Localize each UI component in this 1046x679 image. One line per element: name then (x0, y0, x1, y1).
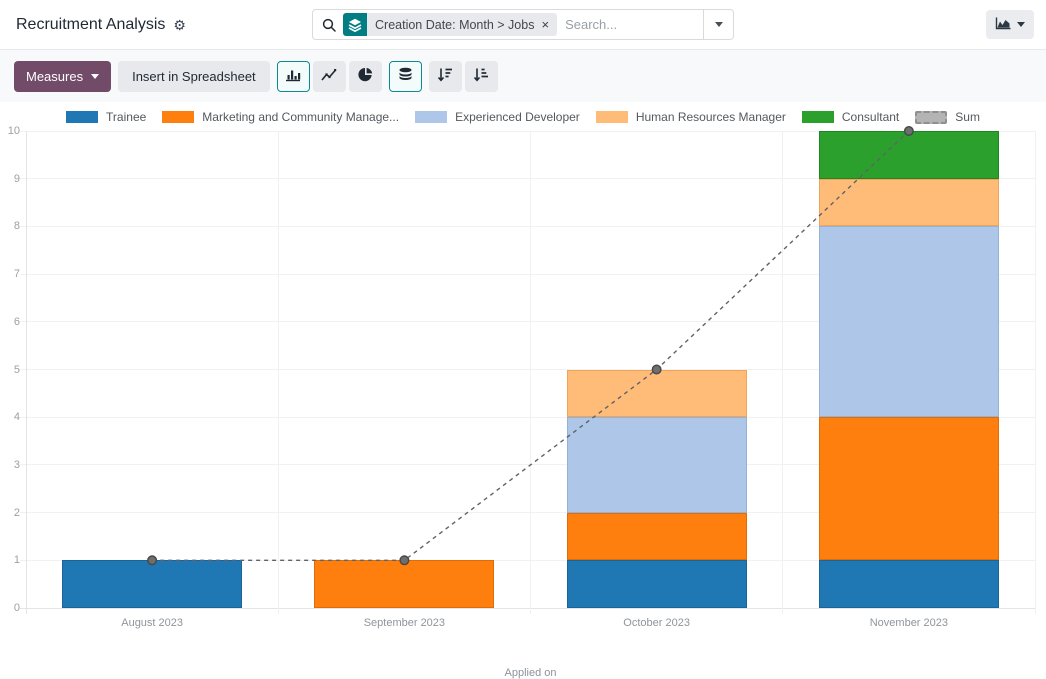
measures-button[interactable]: Measures (14, 61, 111, 92)
legend-label: Human Resources Manager (636, 110, 786, 124)
line-chart-button[interactable] (313, 61, 346, 92)
bar-chart-button[interactable] (277, 61, 310, 92)
sum-line (26, 131, 1035, 608)
facet-label: Creation Date: Month > Jobs (375, 18, 534, 32)
legend-item-human-resources-manager[interactable]: Human Resources Manager (596, 110, 786, 124)
y-axis-tick-label: 7 (0, 267, 20, 281)
y-axis-tick-label: 0 (0, 601, 20, 615)
search-input[interactable] (557, 17, 703, 32)
recruitment-analysis-page: Recruitment Analysis ⚙ Creation Date: Mo… (0, 0, 1046, 654)
gear-icon[interactable]: ⚙ (173, 18, 186, 32)
sum-point[interactable] (148, 556, 157, 565)
legend-item-trainee[interactable]: Trainee (66, 110, 146, 124)
stacked-button[interactable] (389, 61, 422, 92)
search-dropdown-toggle[interactable] (703, 10, 733, 39)
chart-legend: Trainee Marketing and Community Manage...… (0, 110, 1046, 124)
legend-item-experienced-developer[interactable]: Experienced Developer (415, 110, 580, 124)
y-axis-tick-label: 2 (0, 506, 20, 520)
y-axis-tick-label: 4 (0, 410, 20, 424)
facet-remove-icon[interactable]: × (541, 18, 549, 31)
x-axis-tick-label: August 2023 (26, 617, 278, 629)
stacked-icon (398, 67, 413, 85)
x-axis-tick-label: October 2023 (531, 617, 783, 629)
chevron-down-icon (91, 74, 99, 79)
view-switcher-button[interactable] (986, 10, 1034, 39)
y-axis-tick-label: 6 (0, 315, 20, 329)
breadcrumb: Recruitment Analysis ⚙ (16, 0, 186, 49)
sum-point[interactable] (400, 556, 409, 565)
page-title: Recruitment Analysis (16, 16, 165, 34)
line-chart-icon (321, 68, 337, 85)
legend-label: Consultant (842, 110, 899, 124)
chart-area: Trainee Marketing and Community Manage...… (0, 102, 1046, 654)
sum-point[interactable] (652, 365, 661, 374)
x-axis-tick-label: September 2023 (278, 617, 530, 629)
legend-item-consultant[interactable]: Consultant (802, 110, 899, 124)
legend-label: Marketing and Community Manage... (202, 110, 399, 124)
pie-chart-icon (358, 67, 373, 85)
chevron-down-icon (715, 22, 723, 27)
sort-descending-icon (437, 67, 453, 85)
search-bar[interactable]: Creation Date: Month > Jobs × (312, 9, 734, 40)
legend-label: Experienced Developer (455, 110, 580, 124)
y-axis-tick-label: 8 (0, 219, 20, 233)
legend-label: Trainee (106, 110, 146, 124)
x-axis-tick-label: November 2023 (783, 617, 1035, 629)
sort-ascending-button[interactable] (465, 61, 498, 92)
y-axis-tick-label: 5 (0, 363, 20, 377)
legend-item-sum[interactable]: Sum (915, 110, 980, 124)
insert-in-spreadsheet-button[interactable]: Insert in Spreadsheet (118, 61, 270, 92)
legend-swatch (596, 111, 628, 123)
search-facet[interactable]: Creation Date: Month > Jobs × (343, 13, 557, 36)
y-axis-tick-label: 3 (0, 458, 20, 472)
y-axis-tick-label: 9 (0, 172, 20, 186)
search-icon (322, 18, 336, 32)
sort-ascending-icon (473, 67, 489, 85)
sort-group (429, 61, 498, 92)
legend-item-marketing-and-community-manage[interactable]: Marketing and Community Manage... (162, 110, 399, 124)
y-axis-tick-label: 1 (0, 553, 20, 567)
bar-chart-icon (285, 67, 301, 85)
measures-label: Measures (26, 69, 83, 84)
legend-label: Sum (955, 110, 980, 124)
layers-icon (343, 13, 367, 36)
control-panel: Measures Insert in Spreadsheet (0, 50, 1046, 102)
sort-descending-button[interactable] (429, 61, 462, 92)
chevron-down-icon (1017, 22, 1025, 27)
legend-swatch-sum (915, 111, 947, 124)
legend-swatch (66, 111, 98, 123)
legend-swatch (415, 111, 447, 123)
sum-point[interactable] (905, 127, 914, 136)
pie-chart-button[interactable] (349, 61, 382, 92)
legend-swatch (802, 111, 834, 123)
x-axis-title: Applied on (26, 667, 1035, 679)
y-axis-tick-label: 10 (0, 124, 20, 138)
chart-type-group (277, 61, 382, 92)
top-bar: Recruitment Analysis ⚙ Creation Date: Mo… (0, 0, 1046, 50)
facet-body: Creation Date: Month > Jobs × (367, 13, 557, 36)
chart-plot: 012345678910August 2023September 2023Oct… (26, 131, 1035, 608)
area-chart-icon (995, 17, 1011, 33)
legend-swatch (162, 111, 194, 123)
